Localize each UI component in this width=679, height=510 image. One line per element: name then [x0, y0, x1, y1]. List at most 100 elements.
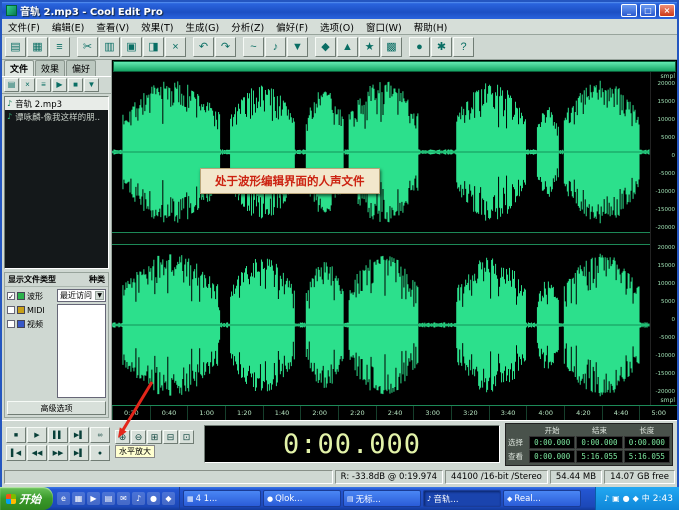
zoom-out-button[interactable]: ⊖: [131, 430, 146, 444]
zoom-vertical-button[interactable]: ⊡: [179, 430, 194, 444]
maximize-button[interactable]: □: [640, 4, 656, 17]
chevron-down-icon[interactable]: ▼: [95, 291, 104, 300]
network-icon[interactable]: ▣: [612, 494, 620, 503]
file-list-item[interactable]: ♪谭咏麟-像我这样的朋..: [5, 110, 108, 123]
start-button[interactable]: 开始: [0, 487, 53, 510]
sort-dropdown[interactable]: 最近访问 ▼: [57, 289, 106, 302]
waveform-right-channel[interactable]: [112, 245, 650, 405]
paste-icon[interactable]: ▣: [121, 37, 142, 57]
normalize-icon[interactable]: ▲: [337, 37, 358, 57]
drop-marker-icon[interactable]: ▼: [287, 37, 308, 57]
tool-icon[interactable]: ◆: [162, 492, 175, 505]
input-method-icon[interactable]: 中: [642, 493, 650, 504]
timeline-label: 4:00: [526, 406, 564, 420]
loop-play-button[interactable]: ∞: [90, 427, 110, 443]
panel-options-icon[interactable]: ▼: [84, 78, 99, 92]
menu-options[interactable]: 选项(O): [314, 20, 360, 34]
redo-icon[interactable]: ↷: [215, 37, 236, 57]
taskbar-task[interactable]: ♪音轨...: [423, 490, 501, 507]
tab-favorites[interactable]: 偏好: [66, 60, 96, 76]
pause-button[interactable]: ▌▌: [48, 427, 68, 443]
browser-icon[interactable]: e: [57, 492, 70, 505]
taskbar-task[interactable]: ▦4 1...: [183, 490, 261, 507]
undo-icon[interactable]: ↶: [193, 37, 214, 57]
zero-crossing-icon[interactable]: ~: [243, 37, 264, 57]
taskbar-task[interactable]: ▤无标...: [343, 490, 421, 507]
rewind-button[interactable]: ◀◀: [27, 445, 47, 461]
filetype-option[interactable]: ✓波形: [7, 289, 55, 303]
view-toggle-icon[interactable]: ≡: [49, 37, 70, 57]
messenger-icon[interactable]: ●: [147, 492, 160, 505]
stop-file-icon[interactable]: ■: [68, 78, 83, 92]
fast-forward-button[interactable]: ▶▶: [48, 445, 68, 461]
waveform-display[interactable]: 处于波形编辑界面的人声文件: [112, 72, 650, 405]
menu-view[interactable]: 查看(V): [90, 20, 135, 34]
waveform-left-channel[interactable]: [112, 72, 650, 232]
play-button[interactable]: ▶: [27, 427, 47, 443]
file-list-item[interactable]: ♪音轨 2.mp3: [5, 97, 108, 110]
menu-file[interactable]: 文件(F): [2, 20, 46, 34]
mix-paste-icon[interactable]: ◨: [143, 37, 164, 57]
filetype-option[interactable]: 视频: [7, 317, 55, 331]
volume-icon[interactable]: ♪: [604, 494, 609, 503]
effects-rack-icon[interactable]: ★: [359, 37, 380, 57]
stop-button[interactable]: ■: [6, 427, 26, 443]
menu-effects[interactable]: 效果(T): [135, 20, 179, 34]
cue-list-icon[interactable]: ♪: [265, 37, 286, 57]
insert-multitrack-icon[interactable]: ≡: [36, 78, 51, 92]
tab-effects[interactable]: 效果: [35, 60, 65, 76]
menu-favorites[interactable]: 偏好(F): [270, 20, 314, 34]
delete-icon[interactable]: ×: [165, 37, 186, 57]
spectral-view-icon[interactable]: ▩: [381, 37, 402, 57]
settings-icon[interactable]: ✱: [431, 37, 452, 57]
tab-files[interactable]: 文件: [4, 60, 34, 76]
play-to-end-button[interactable]: ▶▌: [69, 427, 89, 443]
play-file-icon[interactable]: ▶: [52, 78, 67, 92]
sort-dropdown-value: 最近访问: [60, 290, 92, 301]
zoom-full-button[interactable]: ⊞: [147, 430, 162, 444]
scheduler-icon[interactable]: ◆: [633, 494, 639, 503]
open-files-list[interactable]: ♪音轨 2.mp3♪谭咏麟-像我这样的朋..: [4, 96, 109, 269]
record-button[interactable]: ●: [90, 445, 110, 461]
open-file-icon[interactable]: ▤: [5, 37, 26, 57]
menu-window[interactable]: 窗口(W): [360, 20, 408, 34]
antivirus-icon[interactable]: ●: [623, 494, 630, 503]
taskbar-task[interactable]: ◆Real...: [503, 490, 581, 507]
copy-icon[interactable]: ▥: [99, 37, 120, 57]
folder-icon[interactable]: ▤: [102, 492, 115, 505]
advanced-options-button[interactable]: 高级选项: [7, 401, 106, 415]
save-file-icon[interactable]: ▦: [27, 37, 48, 57]
import-file-icon[interactable]: ▤: [4, 78, 19, 92]
record-mode-icon[interactable]: ●: [409, 37, 430, 57]
checkbox-icon[interactable]: [7, 320, 15, 328]
time-ruler[interactable]: 0:200:401:001:201:402:002:202:403:003:20…: [112, 405, 677, 420]
menu-edit[interactable]: 编辑(E): [46, 20, 90, 34]
menu-help[interactable]: 帮助(H): [408, 20, 454, 34]
menu-generate[interactable]: 生成(G): [179, 20, 225, 34]
overview-scroll-bar[interactable]: [113, 61, 676, 72]
checkbox-icon[interactable]: [7, 306, 15, 314]
close-button[interactable]: ×: [659, 4, 675, 17]
media-player-icon[interactable]: ▶: [87, 492, 100, 505]
checkbox-icon[interactable]: ✓: [7, 292, 15, 300]
zoom-in-button[interactable]: ⊕: [115, 430, 130, 444]
mail-icon[interactable]: ✉: [117, 492, 130, 505]
menu-analyze[interactable]: 分析(Z): [225, 20, 270, 34]
close-file-icon[interactable]: ×: [20, 78, 35, 92]
zoom-selection-button[interactable]: ⊟: [163, 430, 178, 444]
music-icon[interactable]: ♪: [132, 492, 145, 505]
ruler-gap: [651, 232, 677, 245]
go-to-end-button[interactable]: ▶▌: [69, 445, 89, 461]
window-titlebar[interactable]: 音轨 2.mp3 - Cool Edit Pro _ □ ×: [2, 2, 677, 19]
filetype-listbox[interactable]: [57, 304, 106, 398]
show-desktop-icon[interactable]: ▦: [72, 492, 85, 505]
amplify-icon[interactable]: ◆: [315, 37, 336, 57]
help-icon[interactable]: ?: [453, 37, 474, 57]
minimize-button[interactable]: _: [621, 4, 637, 17]
cut-icon[interactable]: ✂: [77, 37, 98, 57]
amplitude-ruler[interactable]: smpl 20000150001000050000-5000-10000-150…: [650, 72, 677, 405]
go-to-start-button[interactable]: ▌◀: [6, 445, 26, 461]
timeline-label: 3:20: [451, 406, 489, 420]
filetype-option[interactable]: MIDI: [7, 303, 55, 317]
taskbar-task[interactable]: ●Qlok...: [263, 490, 341, 507]
